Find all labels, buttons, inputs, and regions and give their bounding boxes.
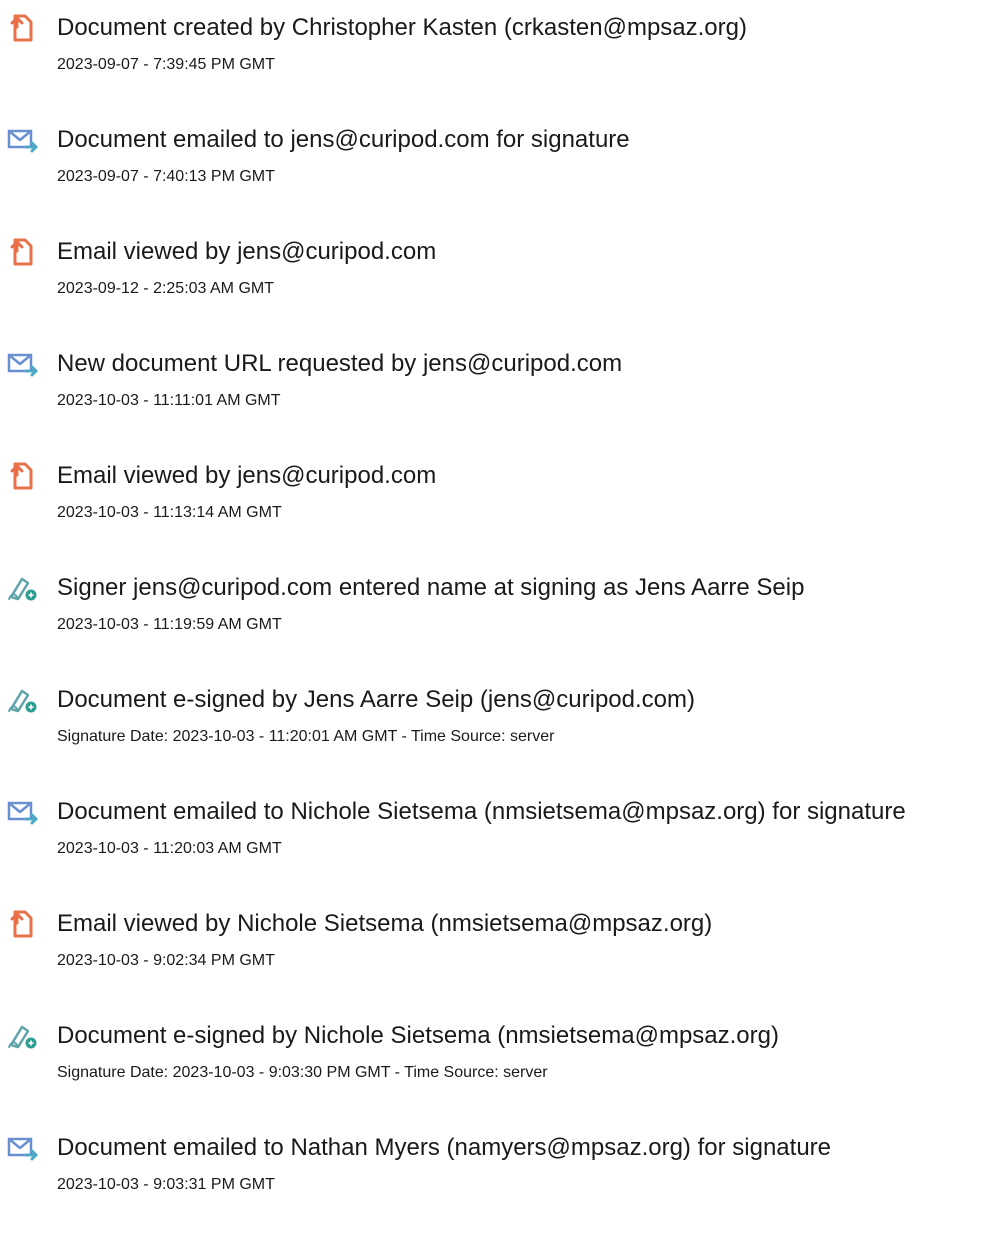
audit-event: Document created by Christopher Kasten (… [0,13,1000,113]
document-icon [6,461,40,491]
audit-event: Document e-signed by Jens Aarre Seip (je… [0,685,1000,785]
event-timestamp: 2023-10-03 - 9:02:34 PM GMT [57,952,275,969]
event-title: New document URL requested by jens@curip… [57,350,623,377]
audit-event: Document emailed to Nichole Sietsema (nm… [0,797,1000,897]
signature-icon [6,573,40,603]
email-icon [6,349,40,379]
event-timestamp: 2023-09-07 - 7:39:45 PM GMT [57,56,275,73]
event-timestamp: 2023-10-03 - 11:20:03 AM GMT [57,840,282,857]
email-icon [6,1133,40,1163]
event-title: Document e-signed by Nichole Sietsema (n… [57,1022,779,1049]
audit-event: Document emailed to jens@curipod.com for… [0,125,1000,225]
signature-icon [6,1021,40,1051]
event-timestamp: 2023-09-12 - 2:25:03 AM GMT [57,280,274,297]
event-title: Email viewed by jens@curipod.com [57,238,437,265]
audit-event: Document e-signed by Nichole Sietsema (n… [0,1021,1000,1121]
audit-event: Email viewed by jens@curipod.com 2023-10… [0,461,1000,561]
audit-event: Signer jens@curipod.com entered name at … [0,573,1000,673]
event-title: Email viewed by Nichole Sietsema (nmsiet… [57,910,713,937]
event-timestamp: 2023-10-03 - 11:11:01 AM GMT [57,392,281,409]
event-timestamp: Signature Date: 2023-10-03 - 11:20:01 AM… [57,728,555,745]
audit-event: New document URL requested by jens@curip… [0,349,1000,449]
audit-event: Document emailed to Nathan Myers (namyer… [0,1133,1000,1233]
event-timestamp: 2023-09-07 - 7:40:13 PM GMT [57,168,275,185]
event-timestamp: 2023-10-03 - 11:13:14 AM GMT [57,504,282,521]
event-timestamp: 2023-10-03 - 9:03:31 PM GMT [57,1176,275,1193]
document-icon [6,909,40,939]
email-icon [6,797,40,827]
event-title: Document created by Christopher Kasten (… [57,14,747,41]
document-icon [6,13,40,43]
email-icon [6,125,40,155]
audit-event: Email viewed by Nichole Sietsema (nmsiet… [0,909,1000,1009]
event-title: Document emailed to jens@curipod.com for… [57,126,630,153]
event-title: Email viewed by jens@curipod.com [57,462,437,489]
document-icon [6,237,40,267]
event-title: Document emailed to Nichole Sietsema (nm… [57,798,906,825]
event-title: Document e-signed by Jens Aarre Seip (je… [57,686,695,713]
audit-event: Email viewed by jens@curipod.com 2023-09… [0,237,1000,337]
event-title: Signer jens@curipod.com entered name at … [57,574,805,601]
signature-icon [6,685,40,715]
event-timestamp: Signature Date: 2023-10-03 - 9:03:30 PM … [57,1064,548,1081]
event-title: Document emailed to Nathan Myers (namyer… [57,1134,831,1161]
event-timestamp: 2023-10-03 - 11:19:59 AM GMT [57,616,282,633]
